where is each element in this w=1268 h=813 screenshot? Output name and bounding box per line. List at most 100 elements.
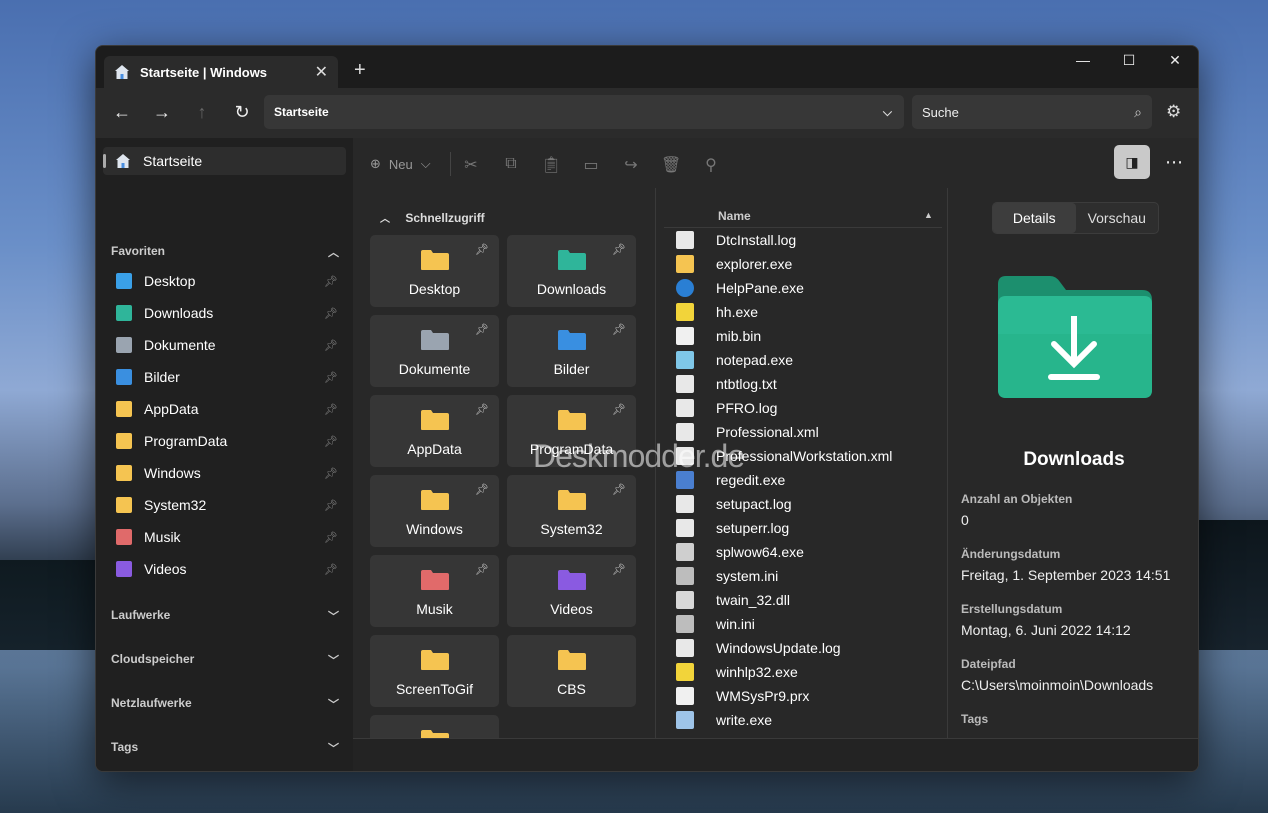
pin-icon[interactable]: 📌︎ [612, 323, 626, 336]
pin-icon[interactable]: 📌︎ [612, 403, 626, 416]
file-row[interactable]: win.ini [676, 612, 936, 636]
copy-icon[interactable]: ⧉ [501, 155, 521, 173]
pin-icon[interactable]: 📌︎ [324, 307, 338, 320]
sidebar-item-videos[interactable]: Videos 📌︎ [116, 555, 338, 583]
quick-access-tile[interactable]: Dokumente 📌︎ [370, 315, 499, 387]
maximize-button[interactable]: ☐ [1106, 52, 1152, 69]
refresh-icon[interactable]: ↻ [230, 102, 254, 123]
delete-icon[interactable]: 🗑︎ [661, 155, 681, 175]
quick-access-tile[interactable]: CBS [507, 635, 636, 707]
back-arrow-icon[interactable]: ← [110, 102, 134, 123]
address-bar[interactable]: Startseite ⌵ [264, 95, 904, 129]
quick-access-tile[interactable]: Videos 📌︎ [507, 555, 636, 627]
pin-icon[interactable]: 📌︎ [324, 371, 338, 384]
file-row[interactable]: hh.exe [676, 300, 936, 324]
file-row[interactable]: notepad.exe [676, 348, 936, 372]
section-laufwerke[interactable]: Laufwerke ﹀ [111, 608, 339, 624]
quick-access-tile[interactable]: Musik 📌︎ [370, 555, 499, 627]
file-row[interactable]: HelpPane.exe [676, 276, 936, 300]
sidebar-item-windows[interactable]: Windows 📌︎ [116, 459, 338, 487]
file-row[interactable]: setuperr.log [676, 516, 936, 540]
pin-icon[interactable]: 📌︎ [324, 275, 338, 288]
new-tab-button[interactable]: + [354, 59, 366, 82]
tab-close-icon[interactable]: ✕ [315, 62, 328, 82]
pin-icon[interactable]: 📌︎ [324, 403, 338, 416]
pin-icon[interactable]: 📌︎ [324, 499, 338, 512]
file-row[interactable]: WindowsUpdate.log [676, 636, 936, 660]
sidebar-item-musik[interactable]: Musik 📌︎ [116, 523, 338, 551]
file-row[interactable]: PFRO.log [676, 396, 936, 420]
quick-access-tile[interactable]: AppData 📌︎ [370, 395, 499, 467]
file-row[interactable]: splwow64.exe [676, 540, 936, 564]
tab-details[interactable]: Details [993, 203, 1076, 233]
chevron-down-icon[interactable]: ⌵ [883, 105, 892, 120]
sidebar-item-home[interactable]: Startseite [103, 147, 346, 175]
pin-icon[interactable]: 📌︎ [612, 243, 626, 256]
quick-access-tile[interactable]: Windows 📌︎ [370, 475, 499, 547]
pin-icon[interactable]: 📌︎ [475, 323, 489, 336]
tab-preview[interactable]: Vorschau [1076, 203, 1159, 233]
tab-startseite[interactable]: Startseite | Windows ✕ [104, 56, 338, 88]
section-cloudspeicher[interactable]: Cloudspeicher ﹀ [111, 652, 339, 668]
file-row[interactable]: winhlp32.exe [676, 660, 936, 684]
chevron-down-icon[interactable]: ﹀ [328, 696, 339, 712]
paste-icon[interactable]: 📋︎ [541, 155, 561, 175]
sidebar-item-appdata[interactable]: AppData 📌︎ [116, 395, 338, 423]
chevron-down-icon[interactable]: ﹀ [328, 652, 339, 668]
search-input[interactable]: Suche ⌕ [912, 95, 1152, 129]
pin-icon[interactable]: 📌︎ [475, 403, 489, 416]
minimize-button[interactable]: — [1060, 52, 1106, 68]
pin-icon[interactable]: 📌︎ [475, 243, 489, 256]
share-icon[interactable]: ↪ [621, 155, 641, 175]
file-row[interactable]: mib.bin [676, 324, 936, 348]
pin-icon[interactable]: 📌︎ [475, 563, 489, 576]
cut-icon[interactable]: ✂ [461, 155, 481, 175]
file-row[interactable]: ntbtlog.txt [676, 372, 936, 396]
forward-arrow-icon[interactable]: → [150, 102, 174, 123]
file-row[interactable]: setupact.log [676, 492, 936, 516]
section-netzlaufwerke[interactable]: Netzlaufwerke ﹀ [111, 696, 339, 712]
close-window-button[interactable]: ✕ [1152, 52, 1198, 69]
chevron-up-icon[interactable]: ︿ [328, 244, 339, 260]
file-row[interactable]: write.exe [676, 708, 936, 732]
sidebar-item-dokumente[interactable]: Dokumente 📌︎ [116, 331, 338, 359]
file-row[interactable]: explorer.exe [676, 252, 936, 276]
file-row[interactable]: twain_32.dll [676, 588, 936, 612]
preview-pane-toggle[interactable]: ◨ [1114, 145, 1150, 179]
new-button[interactable]: ⊕ Neu ⌵ [370, 156, 431, 172]
pin-icon[interactable]: 📌︎ [324, 531, 338, 544]
properties-icon[interactable]: ⚲ [701, 155, 721, 175]
quick-access-header[interactable]: ︿ Schnellzugriff [380, 210, 485, 225]
pin-icon[interactable]: 📌︎ [324, 339, 338, 352]
quick-access-tile[interactable]: Bilder 📌︎ [507, 315, 636, 387]
gear-icon[interactable]: ⚙ [1166, 102, 1181, 122]
quick-access-tile[interactable]: System32 📌︎ [507, 475, 636, 547]
sidebar-item-programdata[interactable]: ProgramData 📌︎ [116, 427, 338, 455]
sidebar-item-bilder[interactable]: Bilder 📌︎ [116, 363, 338, 391]
quick-access-tile[interactable]: Desktop 📌︎ [370, 235, 499, 307]
column-header-name[interactable]: Name [718, 209, 751, 223]
pin-icon[interactable]: 📌︎ [475, 483, 489, 496]
section-tags[interactable]: Tags ﹀ [111, 740, 339, 756]
pin-icon[interactable]: 📌︎ [612, 563, 626, 576]
chevron-down-icon[interactable]: ﹀ [328, 608, 339, 624]
file-row[interactable]: WMSysPr9.prx [676, 684, 936, 708]
sidebar-item-downloads[interactable]: Downloads 📌︎ [116, 299, 338, 327]
file-row[interactable]: DtcInstall.log [676, 228, 936, 252]
more-options-icon[interactable]: ⋯ [1165, 152, 1184, 173]
pin-icon[interactable]: 📌︎ [324, 435, 338, 448]
quick-access-tile[interactable]: Downloads 📌︎ [507, 235, 636, 307]
section-favoriten[interactable]: Favoriten ︿ [111, 244, 339, 260]
quick-access-tile[interactable]: ScreenToGif [370, 635, 499, 707]
quick-access-tile[interactable] [370, 715, 499, 738]
sidebar-item-desktop[interactable]: Desktop 📌︎ [116, 267, 338, 295]
rename-icon[interactable]: ▭ [581, 155, 601, 175]
pin-icon[interactable]: 📌︎ [324, 467, 338, 480]
video-icon [116, 561, 132, 577]
chevron-down-icon[interactable]: ﹀ [328, 740, 339, 756]
up-arrow-icon[interactable]: ↑ [190, 102, 214, 123]
sidebar-item-system32[interactable]: System32 📌︎ [116, 491, 338, 519]
pin-icon[interactable]: 📌︎ [612, 483, 626, 496]
file-row[interactable]: system.ini [676, 564, 936, 588]
pin-icon[interactable]: 📌︎ [324, 563, 338, 576]
